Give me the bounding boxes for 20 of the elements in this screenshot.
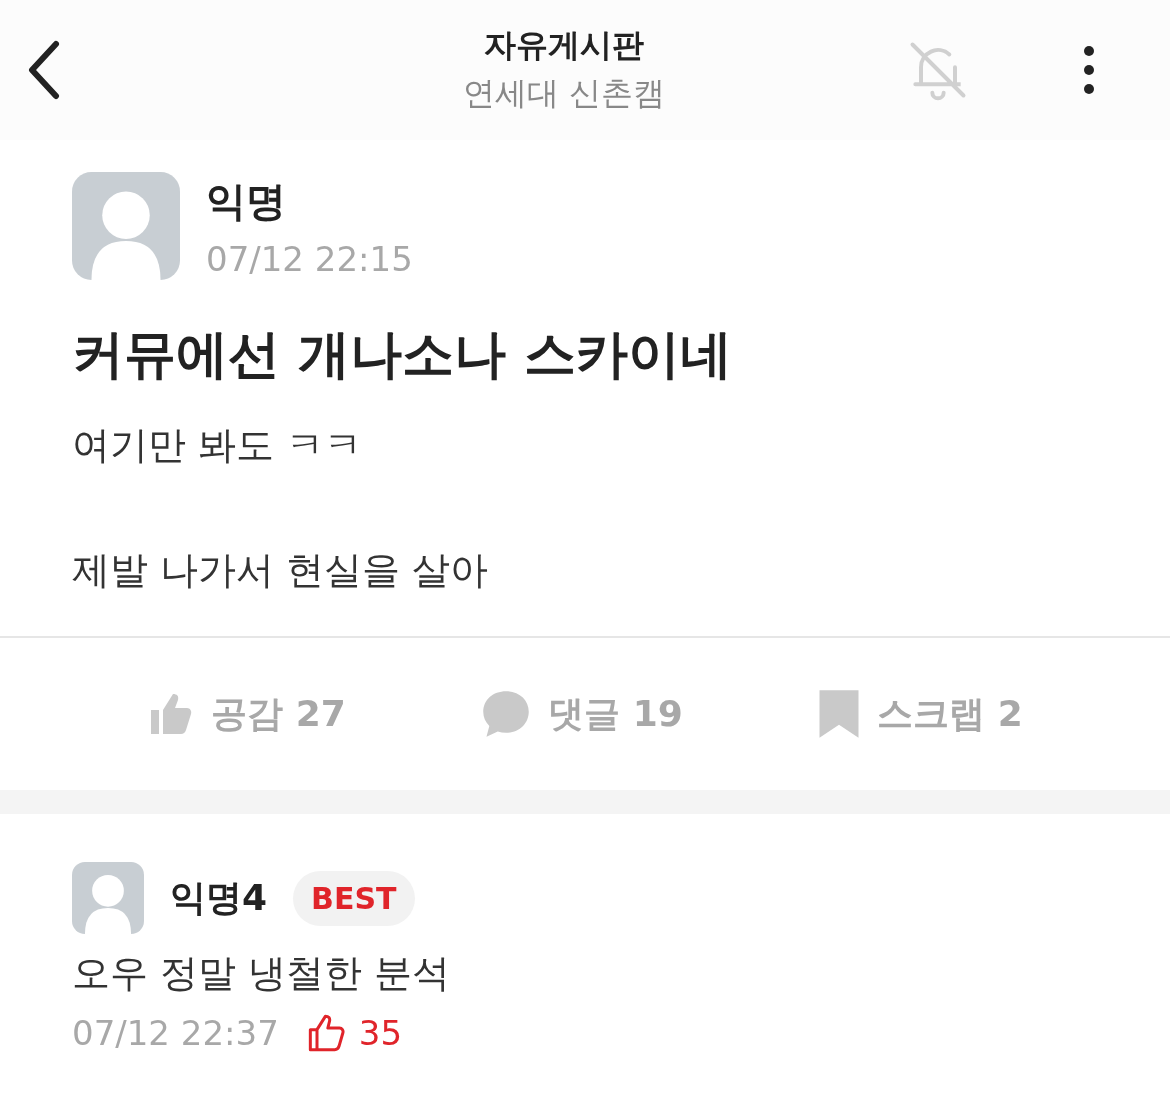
post-paragraph: 여기만 봐도 ㅋㅋ: [72, 422, 364, 469]
board-subtitle: 연세대 신촌캠: [462, 73, 666, 114]
post-title: 커뮤에선 개나소나 스카이네: [72, 323, 734, 386]
avatar-icon: [72, 172, 180, 280]
post-time: 07/12 22:15: [206, 238, 413, 279]
author-name: 익명: [206, 176, 287, 226]
comment-text: 오우 정말 냉철한 분석: [72, 950, 452, 997]
thumbs-up-icon: [306, 1013, 347, 1053]
board-title: 자유게시판: [484, 25, 644, 66]
comment-button[interactable]: 댓글 19: [474, 688, 689, 740]
scrap-button[interactable]: 스크랩 2: [811, 687, 1029, 741]
like-button[interactable]: 공감 27: [141, 688, 352, 740]
comment-author: 익명4: [170, 875, 268, 920]
post-paragraph: 제발 나가서 현실을 살아: [72, 547, 490, 594]
comment-time: 07/12 22:37: [72, 1013, 279, 1053]
like-count: 35: [358, 1013, 403, 1053]
best-badge: BEST: [293, 870, 415, 926]
more-menu-button[interactable]: [1082, 45, 1096, 95]
avatar-icon: [72, 862, 144, 934]
bookmark-icon: [817, 688, 862, 740]
